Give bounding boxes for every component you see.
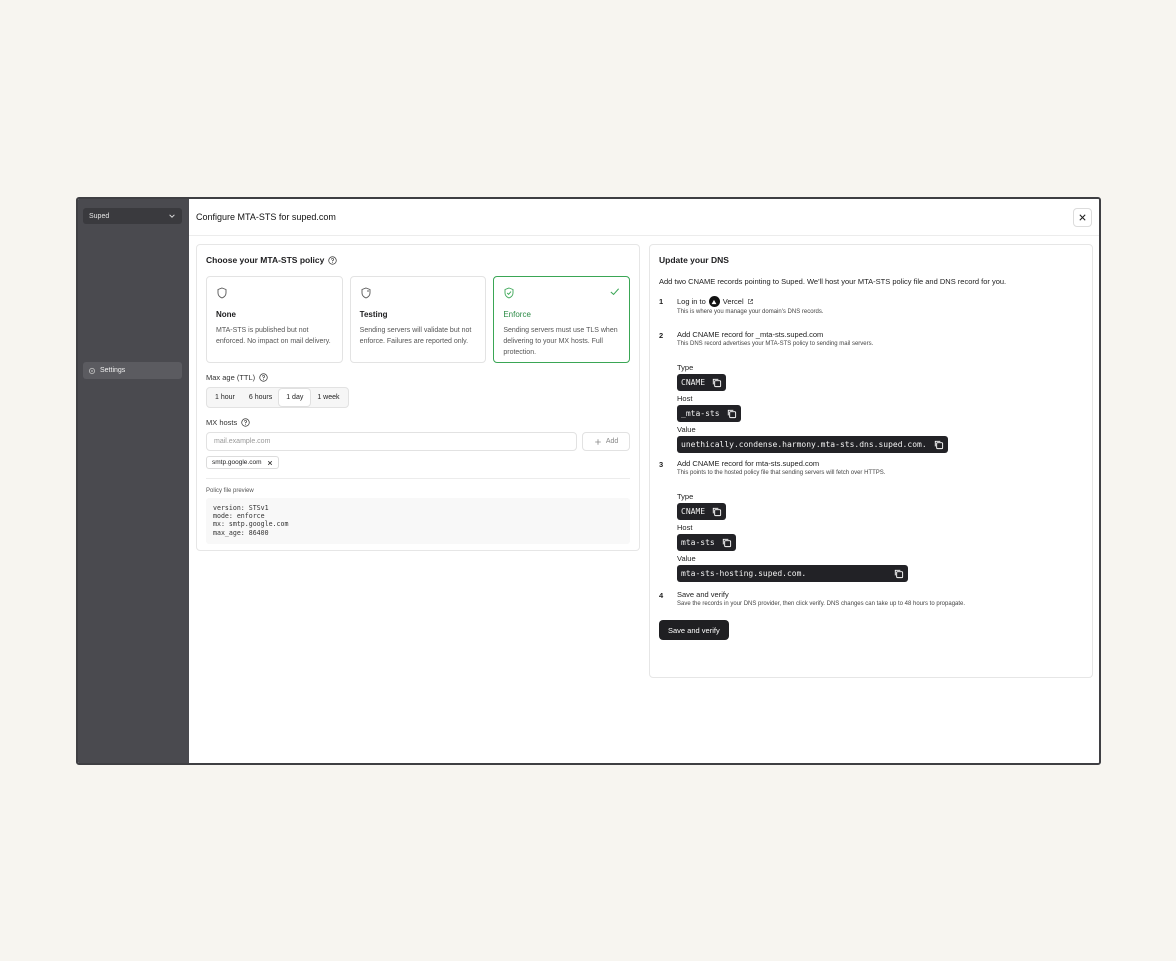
sidebar-item-label: Settings <box>100 367 126 374</box>
workspace-selector[interactable]: Suped <box>83 208 182 224</box>
shield-icon <box>217 287 227 299</box>
step-number: 3 <box>659 460 664 469</box>
step-desc: Save the records in your DNS provider, t… <box>677 601 966 607</box>
policy-card-title: Testing <box>359 310 388 319</box>
policy-card-desc: MTA-STS is published but not enforced. N… <box>216 327 331 345</box>
dns-step-2: 2 Add CNAME record for _mta-sts.suped.co… <box>659 330 1083 453</box>
policy-card-title: None <box>216 310 236 319</box>
step-number: 1 <box>659 297 664 306</box>
policy-card-none[interactable]: None MTA-STS is published but not enforc… <box>206 276 343 363</box>
step-title: Add CNAME record for _mta-sts.suped.com <box>677 330 824 339</box>
dns-panel: Update your DNS Add two CNAME records po… <box>649 244 1093 678</box>
mx-hosts-label: MX hosts <box>206 418 630 427</box>
step-desc: This points to the hosted policy file th… <box>677 470 886 476</box>
record-host-value: mta-sts <box>677 534 736 551</box>
dns-step-1: 1 Log in to Vercel This is where you man… <box>659 296 1083 315</box>
plus-icon <box>595 438 601 445</box>
sidebar: Suped Settings <box>78 199 189 763</box>
shield-check-icon <box>504 287 514 299</box>
remove-icon[interactable] <box>267 460 273 466</box>
record-host-value: _mta-sts <box>677 405 741 422</box>
divider <box>206 478 630 479</box>
policy-panel: Choose your MTA-STS policy None MTA-STS … <box>196 244 640 551</box>
copy-icon[interactable] <box>726 408 737 419</box>
step-number: 4 <box>659 591 664 600</box>
step-title: Save and verify <box>677 590 729 599</box>
copy-icon[interactable] <box>893 568 904 579</box>
dns-step-4: 4 Save and verify Save the records in yo… <box>659 590 1083 607</box>
dns-heading: Update your DNS <box>659 255 729 265</box>
workspace-name: Suped <box>89 212 110 220</box>
value-label: Value <box>677 425 696 434</box>
ttl-option-1-day[interactable]: 1 day <box>279 389 311 406</box>
record-value: mta-sts-hosting.suped.com. <box>677 565 908 582</box>
host-label: Host <box>677 394 693 403</box>
policy-card-desc: Sending servers must use TLS when delive… <box>503 327 618 356</box>
dns-intro: Add two CNAME records pointing to Suped.… <box>659 277 1007 286</box>
policy-file-preview: version: STSv1 mode: enforce mx: smtp.go… <box>206 498 630 544</box>
copy-icon[interactable] <box>711 377 722 388</box>
ttl-option-1-week[interactable]: 1 week <box>310 389 346 406</box>
max-age-label: Max age (TTL) <box>206 373 630 382</box>
external-link-icon[interactable] <box>747 298 754 305</box>
provider-link[interactable]: Vercel <box>723 297 744 306</box>
copy-icon[interactable] <box>933 439 944 450</box>
sidebar-item-settings[interactable]: Settings <box>83 362 182 379</box>
app-window: Suped Settings Configure MTA-STS for sup… <box>76 197 1101 765</box>
help-icon[interactable] <box>259 373 268 382</box>
help-icon[interactable] <box>241 418 250 427</box>
help-icon[interactable] <box>328 255 338 265</box>
type-label: Type <box>677 492 694 501</box>
gear-icon <box>88 367 96 374</box>
step-desc: This DNS record advertises your MTA-STS … <box>677 341 874 347</box>
copy-icon[interactable] <box>721 537 732 548</box>
record-value: unethically.condense.harmony.mta-sts.dns… <box>677 436 948 453</box>
copy-icon[interactable] <box>711 506 722 517</box>
policy-card-desc: Sending servers will validate but not en… <box>359 327 472 345</box>
close-icon <box>1079 213 1086 221</box>
ttl-option-6-hours[interactable]: 6 hours <box>242 389 279 406</box>
policy-card-testing[interactable]: Testing Sending servers will validate bu… <box>349 276 487 363</box>
host-label: Host <box>677 523 693 532</box>
modal-header: Configure MTA-STS for suped.com <box>189 199 1099 236</box>
step-title: Add CNAME record for mta-sts.suped.com <box>677 459 820 468</box>
add-mx-button[interactable]: Add <box>582 432 630 451</box>
policy-card-title: Enforce <box>503 310 531 319</box>
shield-alert-icon <box>361 287 371 299</box>
close-button[interactable] <box>1073 207 1092 227</box>
mx-host-input[interactable]: mail.example.com <box>206 432 578 451</box>
step-title: Log in to Vercel <box>677 296 1083 307</box>
value-label: Value <box>677 554 696 563</box>
step-number: 2 <box>659 331 664 340</box>
policy-options: None MTA-STS is published but not enforc… <box>206 276 631 363</box>
ttl-option-1-hour[interactable]: 1 hour <box>208 389 242 406</box>
type-label: Type <box>677 363 694 372</box>
mx-host-chip: smtp.google.com <box>206 456 279 469</box>
mta-sts-modal: Configure MTA-STS for suped.com Choose y… <box>189 199 1099 763</box>
vercel-logo-icon <box>708 296 720 307</box>
chevron-down-icon <box>169 214 175 218</box>
policy-heading: Choose your MTA-STS policy <box>206 255 630 265</box>
step-desc: This is where you manage your domain's D… <box>677 309 824 315</box>
dns-step-3: 3 Add CNAME record for mta-sts.suped.com… <box>659 459 1083 582</box>
checkmark-icon <box>610 288 620 296</box>
record-type-value: CNAME <box>677 374 727 391</box>
preview-label: Policy file preview <box>206 488 254 494</box>
ttl-segmented-control: 1 hour 6 hours 1 day 1 week <box>206 387 349 408</box>
modal-title: Configure MTA-STS for suped.com <box>196 212 336 222</box>
save-and-verify-button[interactable]: Save and verify <box>659 620 729 640</box>
record-type-value: CNAME <box>677 503 727 520</box>
policy-card-enforce[interactable]: Enforce Sending servers must use TLS whe… <box>493 276 631 363</box>
mx-input-row: mail.example.com Add <box>206 432 630 451</box>
